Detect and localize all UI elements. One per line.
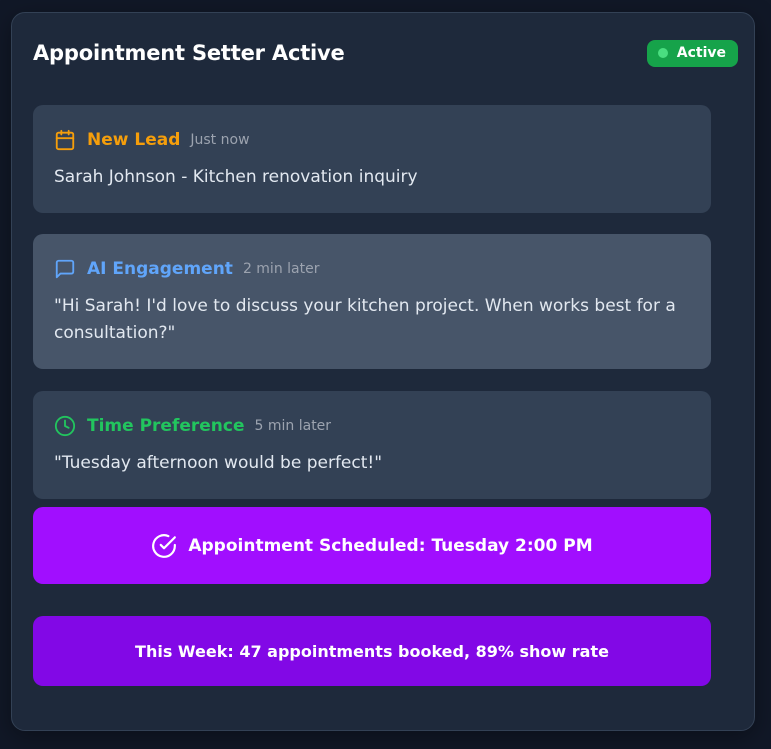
event-time: Just now bbox=[190, 132, 250, 148]
event-message: "Tuesday afternoon would be perfect!" bbox=[54, 453, 383, 473]
scheduled-label: Appointment Scheduled: Tuesday 2:00 PM bbox=[188, 535, 593, 556]
appointment-scheduled-banner: Appointment Scheduled: Tuesday 2:00 PM bbox=[33, 507, 711, 584]
weekly-stats-banner: This Week: 47 appointments booked, 89% s… bbox=[33, 616, 711, 686]
event-title: Time Preference bbox=[87, 416, 245, 436]
event-title: AI Engagement bbox=[87, 259, 233, 279]
clock-icon bbox=[54, 415, 76, 437]
event-message: "Hi Sarah! I'd love to discuss your kitc… bbox=[54, 296, 676, 343]
check-circle-icon bbox=[151, 533, 177, 559]
panel-header: Appointment Setter Active Active bbox=[33, 38, 738, 68]
event-card-new-lead: New Lead Just now Sarah Johnson - Kitche… bbox=[33, 105, 711, 213]
status-badge-label: Active bbox=[676, 45, 726, 61]
event-title: New Lead bbox=[87, 130, 181, 150]
status-badge: Active bbox=[646, 39, 738, 67]
event-card-ai-engagement: AI Engagement 2 min later "Hi Sarah! I'd… bbox=[33, 234, 711, 369]
event-message: Sarah Johnson - Kitchen renovation inqui… bbox=[54, 167, 418, 187]
weekly-stats-label: This Week: 47 appointments booked, 89% s… bbox=[135, 641, 609, 661]
event-time: 2 min later bbox=[242, 261, 320, 277]
message-icon bbox=[54, 258, 76, 280]
calendar-icon bbox=[54, 129, 76, 151]
status-dot-icon bbox=[657, 48, 668, 58]
panel-title: Appointment Setter Active bbox=[33, 41, 345, 65]
event-card-time-preference: Time Preference 5 min later "Tuesday aft… bbox=[33, 391, 711, 499]
event-time: 5 min later bbox=[254, 418, 332, 434]
